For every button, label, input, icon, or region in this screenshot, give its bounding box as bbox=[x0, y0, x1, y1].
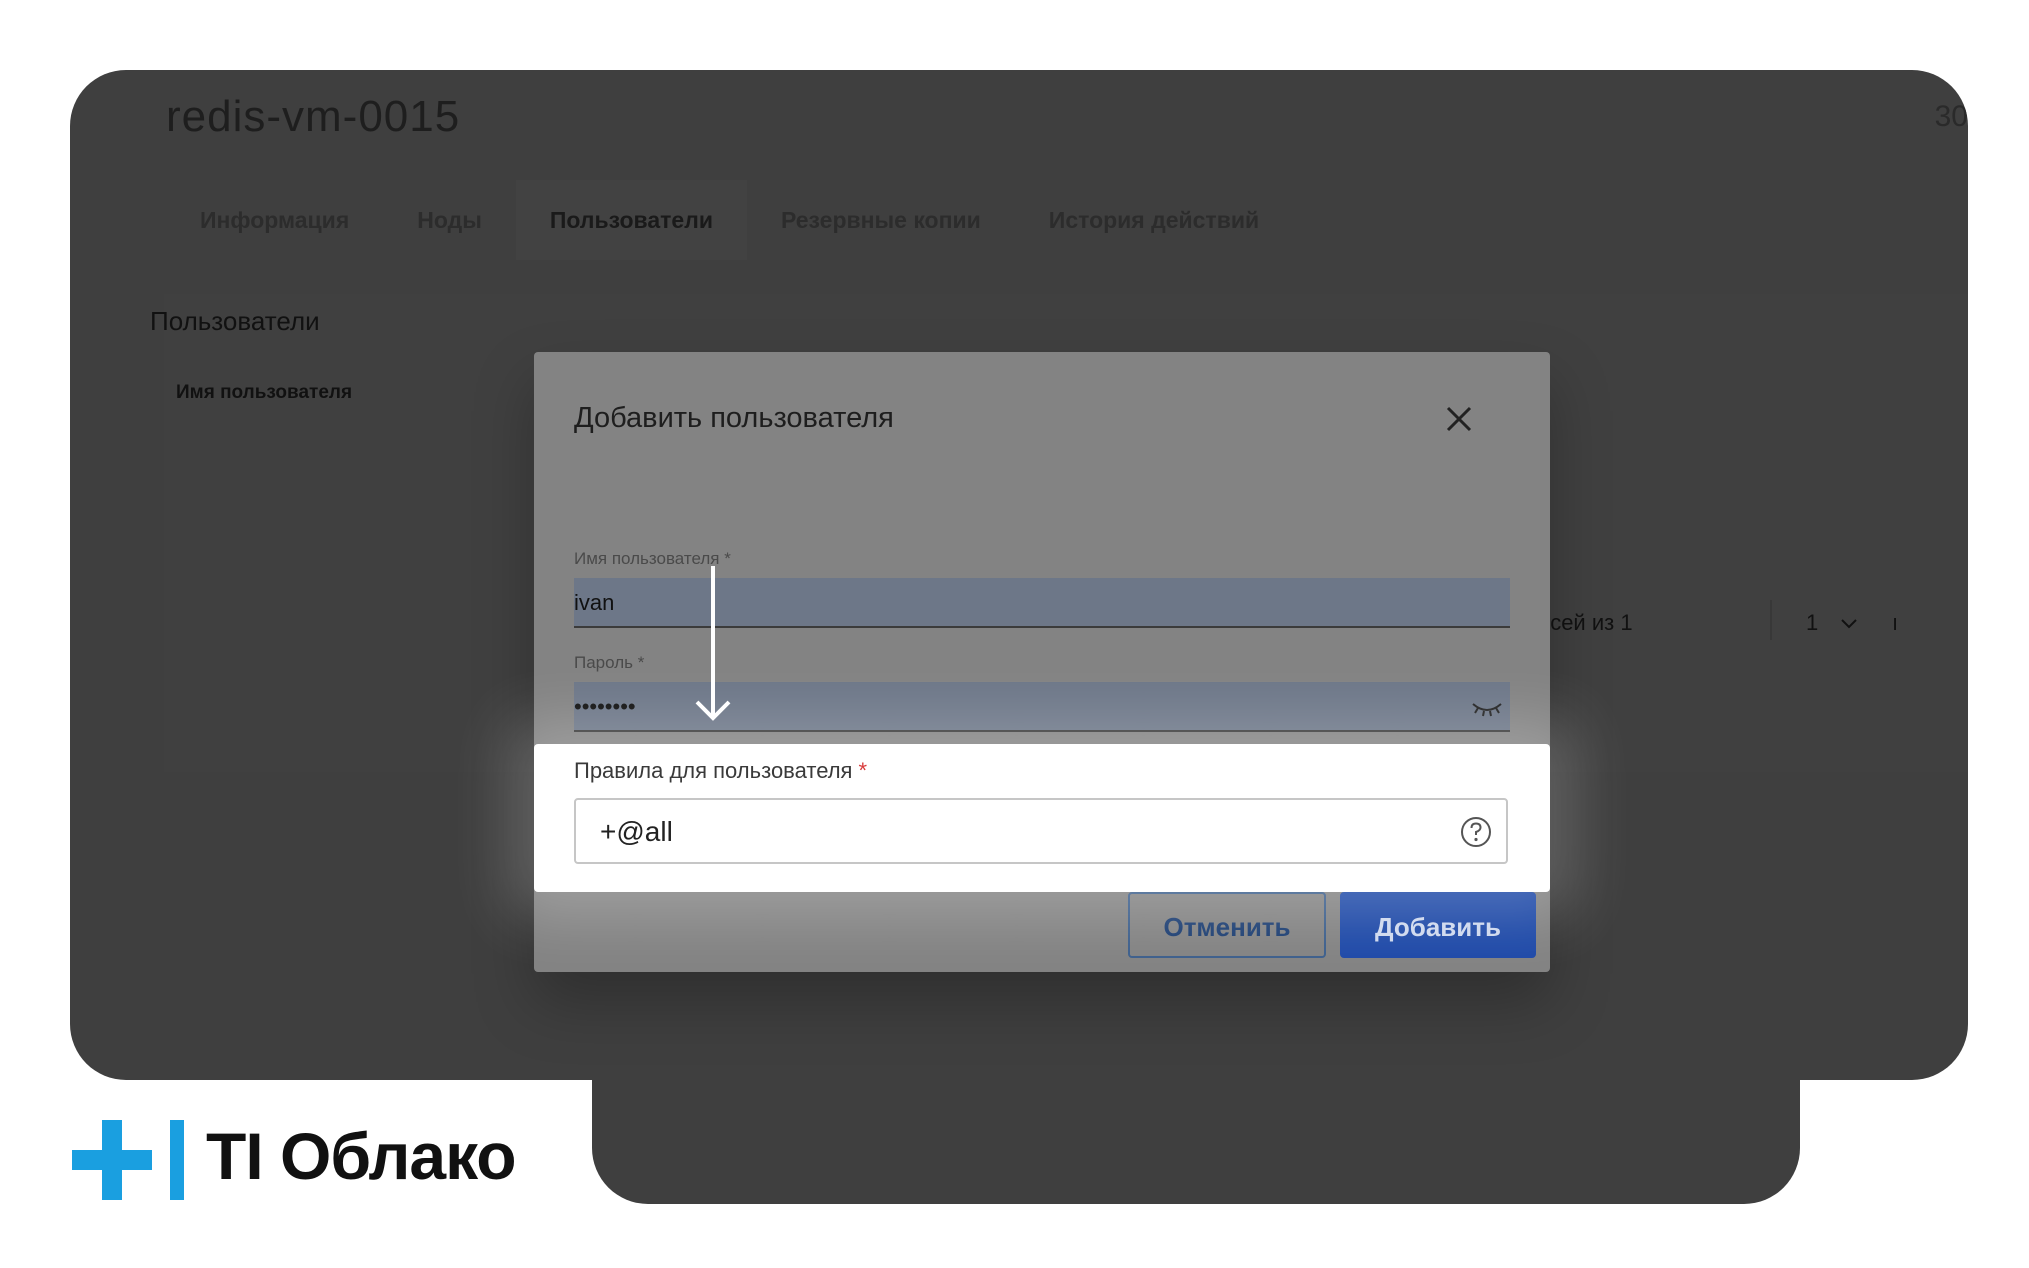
tab-nodes[interactable]: Ноды bbox=[383, 180, 516, 260]
required-mark: * bbox=[858, 758, 868, 783]
rules-input[interactable]: +@all bbox=[574, 798, 1508, 864]
tab-history[interactable]: История действий bbox=[1015, 180, 1293, 260]
chevron-down-icon bbox=[1840, 610, 1858, 636]
username-value: ivan bbox=[574, 590, 615, 615]
eye-closed-icon[interactable] bbox=[1470, 696, 1504, 718]
password-value: •••••••• bbox=[574, 694, 636, 719]
rules-label-text: Правила для пользователя bbox=[574, 758, 853, 783]
close-icon[interactable] bbox=[1444, 404, 1474, 434]
help-icon[interactable] bbox=[1460, 816, 1492, 848]
tab-users[interactable]: Пользователи bbox=[515, 180, 747, 260]
page-size-select[interactable]: 1 bbox=[1806, 610, 1858, 636]
corner-notch bbox=[1800, 1080, 1968, 1268]
tab-bar: Информация Ноды Пользователи Резервные к… bbox=[166, 180, 1293, 260]
column-header-username: Имя пользователя bbox=[176, 382, 353, 403]
rules-label: Правила для пользователя * bbox=[574, 758, 867, 784]
brand-name: TI Облако bbox=[206, 1119, 517, 1193]
tab-info[interactable]: Информация bbox=[166, 180, 383, 260]
dialog-title: Добавить пользователя bbox=[574, 402, 894, 434]
rules-value: +@all bbox=[600, 816, 673, 847]
add-button[interactable]: Добавить bbox=[1340, 892, 1536, 958]
header-count: 30 bbox=[1934, 100, 1968, 133]
page-title: redis-vm-0015 bbox=[166, 92, 461, 141]
screen-bottom-tab bbox=[592, 1030, 1800, 1204]
brand-logo-icon bbox=[72, 1120, 186, 1200]
pagination-next[interactable]: ı bbox=[1892, 610, 1898, 636]
arrow-down-icon bbox=[694, 566, 732, 726]
tab-backups[interactable]: Резервные копии bbox=[747, 180, 1015, 260]
users-section-heading: Пользователи bbox=[150, 306, 320, 336]
pagination-divider bbox=[1770, 600, 1772, 640]
password-label: Пароль * bbox=[574, 653, 645, 672]
page-select-value: 1 bbox=[1806, 610, 1819, 635]
cancel-button[interactable]: Отменить bbox=[1128, 892, 1326, 958]
